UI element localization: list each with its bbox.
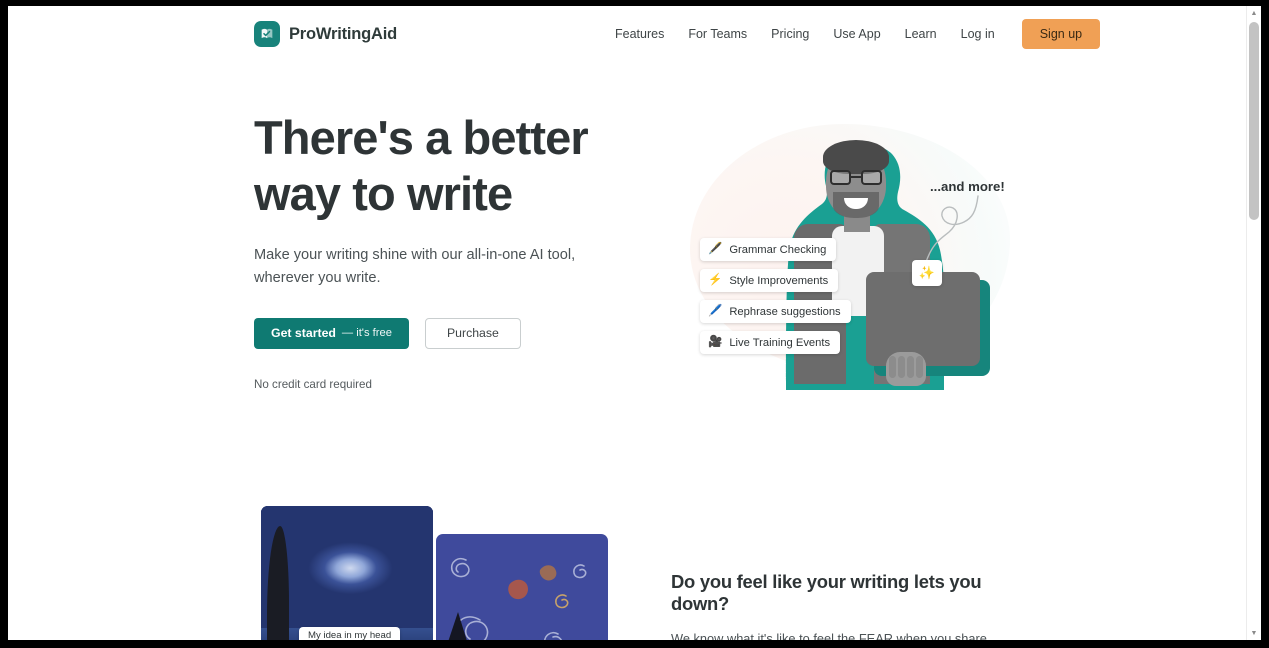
brand-name: ProWritingAid (289, 24, 398, 43)
lower-section-copy: Do you feel like your writing lets you d… (671, 571, 1021, 640)
page-scrollbar[interactable]: ▲ ▼ (1246, 6, 1261, 640)
brand-logo-link[interactable]: ProWritingAid (254, 21, 397, 47)
hand (886, 352, 926, 386)
fountain-pen-icon: 🖋️ (708, 242, 723, 255)
pencil-icon: 🖊️ (708, 304, 723, 317)
window-bottom-edge (0, 640, 1269, 648)
scroll-down-arrow[interactable]: ▼ (1247, 626, 1261, 640)
nav-item-features[interactable]: Features (603, 27, 676, 41)
feature-chip-grammar-checking: 🖋️ Grammar Checking (700, 238, 837, 261)
crude-drawing-shapes (448, 557, 587, 640)
get-started-label: Get started (271, 326, 336, 341)
site-header: ProWritingAid Features For Teams Pricing… (8, 6, 1246, 62)
laptop (866, 272, 980, 366)
browser-viewport: ProWritingAid Features For Teams Pricing… (8, 6, 1261, 640)
hair (823, 140, 889, 174)
feature-chip-style-improvements: ⚡ Style Improvements (700, 269, 839, 292)
get-started-note: — it's free (341, 327, 392, 340)
crude-drawing-illustration (436, 534, 608, 640)
nav-item-pricing[interactable]: Pricing (759, 27, 821, 41)
no-credit-card-note: No credit card required (254, 377, 372, 391)
lightning-bolt-icon: ⚡ (708, 273, 723, 286)
feature-chip-label: Grammar Checking (729, 243, 827, 256)
feature-chip-label: Live Training Events (729, 336, 831, 349)
starry-night-illustration: My idea in my head (261, 506, 433, 640)
hero-subtitle: Make your writing shine with our all-in-… (254, 246, 576, 286)
book-check-icon (254, 21, 280, 47)
glasses-icon (830, 170, 882, 185)
sparkles-icon: ✨ (912, 260, 942, 286)
hero-copy: There's a better way to write Make your … (254, 110, 594, 391)
feature-chip-rephrase-suggestions: 🖊️ Rephrase suggestions (700, 300, 851, 323)
hero-actions: Get started — it's free Purchase (254, 317, 594, 349)
glasses-bridge (851, 176, 861, 178)
nav-item-learn[interactable]: Learn (893, 27, 949, 41)
finger (898, 356, 905, 378)
finger (889, 356, 896, 378)
and-more-callout: ...and more! (930, 179, 1005, 194)
sign-up-button[interactable]: Sign up (1021, 19, 1101, 49)
hero-title: There's a better way to write (254, 111, 589, 220)
finger (907, 356, 914, 378)
nav-item-log-in[interactable]: Log in (949, 27, 1007, 41)
browser-frame: ProWritingAid Features For Teams Pricing… (0, 0, 1269, 648)
hero-illustration: 🖋️ Grammar Checking ⚡ Style Improvements… (668, 114, 1028, 394)
purchase-button[interactable]: Purchase (424, 317, 521, 349)
nav-item-for-teams[interactable]: For Teams (676, 27, 759, 41)
lens-left (830, 170, 851, 185)
lower-section-body: We know what it's like to feel the FEAR … (671, 631, 987, 640)
scroll-up-arrow[interactable]: ▲ (1247, 6, 1261, 20)
scrollbar-thumb[interactable] (1249, 22, 1259, 220)
get-started-button[interactable]: Get started — it's free (254, 317, 409, 349)
page-content: ProWritingAid Features For Teams Pricing… (8, 6, 1246, 640)
nav-item-use-app[interactable]: Use App (821, 27, 892, 41)
feature-chip-label: Rephrase suggestions (729, 305, 841, 318)
lens-right (861, 170, 882, 185)
main-nav: Features For Teams Pricing Use App Learn… (603, 6, 1101, 62)
finger (916, 356, 923, 378)
starry-night-caption: My idea in my head (299, 627, 401, 640)
feature-chip-live-training-events: 🎥 Live Training Events (700, 331, 841, 354)
movie-camera-icon: 🎥 (708, 335, 723, 348)
feature-chip-label: Style Improvements (729, 274, 829, 287)
lower-section-title: Do you feel like your writing lets you d… (671, 571, 982, 614)
